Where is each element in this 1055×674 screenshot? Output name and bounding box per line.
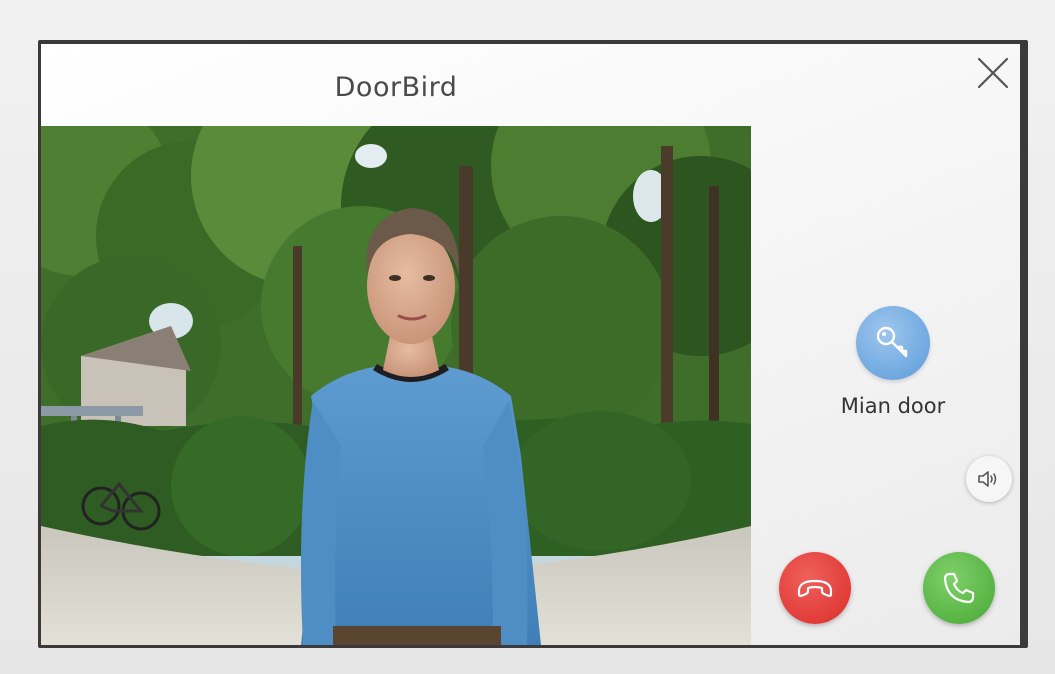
- close-button[interactable]: [976, 56, 1010, 90]
- camera-image: [41, 126, 751, 645]
- open-door-button[interactable]: [856, 306, 930, 380]
- page-title: DoorBird: [334, 71, 458, 103]
- hang-up-button[interactable]: [779, 552, 851, 624]
- door-label: Mian door: [840, 394, 946, 418]
- intercom-device: DoorBird Mian door: [0, 0, 1055, 674]
- control-panel: Mian door: [751, 126, 1020, 645]
- key-icon: [876, 326, 908, 358]
- title-bar: DoorBird: [41, 44, 751, 126]
- camera-video-feed: [41, 126, 751, 645]
- phone-hangup-icon: [797, 579, 833, 598]
- close-icon: [977, 57, 1009, 89]
- speaker-icon: [978, 471, 997, 487]
- speaker-button[interactable]: [966, 456, 1012, 502]
- intercom-screen: DoorBird Mian door: [41, 44, 1020, 645]
- answer-call-button[interactable]: [923, 552, 995, 624]
- phone-answer-icon: [943, 572, 975, 604]
